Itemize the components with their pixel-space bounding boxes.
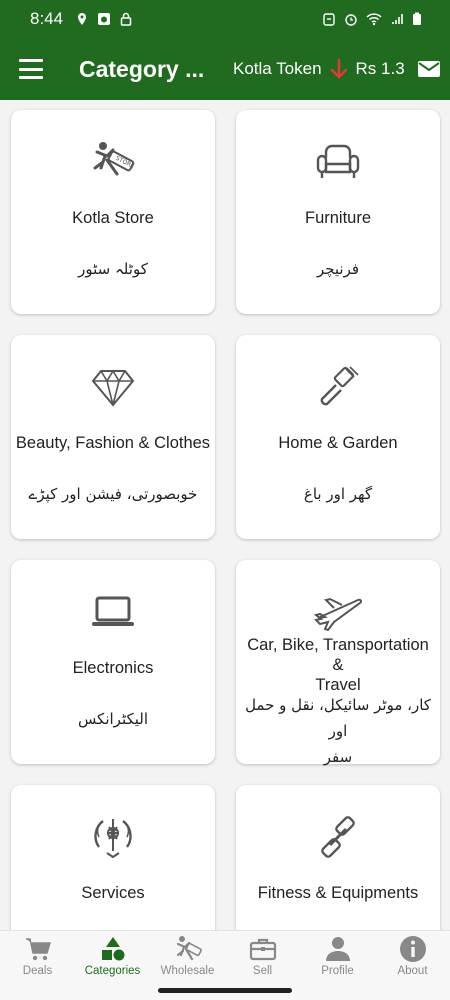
card-title: Electronics [72, 659, 154, 677]
app-bar: Category ... Kotla Token Rs 1.3 [0, 38, 450, 100]
card-title: Fitness & Equipments [257, 884, 419, 902]
briefcase-icon [249, 938, 276, 961]
category-card-electronics[interactable]: Electronics الیکٹرانکس [11, 560, 215, 764]
card-title: Kotla Store [72, 209, 154, 227]
category-card-home-garden[interactable]: Home & Garden گھر اور باغ [236, 335, 440, 539]
card-urdu-title: الیکٹرانکس [77, 710, 149, 728]
bottom-nav: Deals Categories Wholesale Sell Profile … [0, 930, 450, 982]
card-urdu-title: کار، موٹر سائیکل، نقل و حمل اور سفر [240, 692, 436, 770]
alarm-icon [345, 14, 357, 26]
wifi-icon [366, 13, 382, 26]
card-title: Home & Garden [278, 434, 398, 452]
nav-label: Wholesale [160, 965, 215, 977]
category-card-furniture[interactable]: Furniture فرنیچر [236, 110, 440, 314]
card-title: Furniture [304, 209, 372, 227]
person-icon [325, 937, 350, 961]
battery-icon [413, 12, 421, 25]
card-urdu-title: کوٹلہ سٹور [78, 260, 148, 278]
category-card-fitness[interactable]: Fitness & Equipments [236, 785, 440, 930]
card-title-line1: Car, Bike, Transportation & [247, 636, 429, 674]
mail-icon[interactable] [417, 59, 441, 79]
nav-about[interactable]: About [375, 931, 450, 982]
card-title: Services [81, 884, 145, 902]
signal-icon [392, 14, 403, 24]
category-card-beauty-fashion[interactable]: Beauty, Fashion & Clothes خوبصورتی، فیشن… [11, 335, 215, 539]
wholesale-icon [176, 936, 202, 961]
dumbbell-icon [236, 813, 440, 861]
nav-profile[interactable]: Profile [300, 931, 375, 982]
status-bar: 8:44 [0, 0, 450, 38]
status-time: 8:44 [30, 9, 64, 28]
nav-deals[interactable]: Deals [0, 931, 75, 982]
nav-categories[interactable]: Categories [75, 931, 150, 982]
nav-label: Profile [321, 965, 354, 977]
services-emblem-icon [11, 813, 215, 861]
nav-label: Categories [84, 965, 141, 977]
kotla-store-icon: STORE [11, 138, 215, 186]
laptop-icon [11, 588, 215, 636]
menu-button[interactable] [19, 59, 43, 79]
category-card-transportation-travel[interactable]: Car, Bike, Transportation & Travel کار، … [236, 560, 440, 766]
home-indicator[interactable] [158, 988, 292, 993]
nav-sell[interactable]: Sell [225, 931, 300, 982]
info-icon [399, 936, 426, 962]
nav-label: Sell [252, 965, 273, 977]
card-urdu-line1: کار، موٹر سائیکل، نقل و حمل اور [245, 696, 431, 740]
page-title: Category ... [79, 55, 204, 82]
armchair-icon [236, 138, 440, 186]
location-icon [78, 13, 87, 25]
nav-wholesale[interactable]: Wholesale [150, 931, 225, 982]
alarm-alt-icon [323, 13, 335, 26]
cart-icon [25, 938, 51, 961]
camera-app-icon [98, 13, 111, 25]
airplane-icon [236, 588, 440, 636]
diamond-icon [11, 363, 215, 411]
nav-label: About [397, 965, 428, 977]
nav-label: Deals [22, 965, 53, 977]
card-urdu-line2: سفر [323, 748, 353, 766]
card-urdu-title: فرنیچر [316, 260, 360, 278]
token-value: Rs 1.3 [355, 59, 405, 78]
screen: 8:44 Category ... Kotla Token Rs 1.3 STO… [0, 0, 450, 1000]
card-urdu-title: گھر اور باغ [303, 485, 373, 503]
token-label: Kotla Token [233, 59, 322, 78]
category-card-kotla-store[interactable]: STORE Kotla Store کوٹلہ سٹور [11, 110, 215, 314]
card-urdu-title: خوبصورتی، فیشن اور کپڑے [28, 485, 198, 503]
category-card-services[interactable]: Services [11, 785, 215, 930]
categories-icon [101, 937, 124, 961]
paint-brush-icon [236, 363, 440, 411]
arrow-down-icon [330, 58, 347, 79]
category-grid: STORE Kotla Store کوٹلہ سٹور Furniture ف… [0, 100, 450, 930]
card-title: Car, Bike, Transportation & Travel [240, 635, 436, 695]
lock-icon [120, 12, 132, 26]
card-title: Beauty, Fashion & Clothes [15, 434, 211, 452]
